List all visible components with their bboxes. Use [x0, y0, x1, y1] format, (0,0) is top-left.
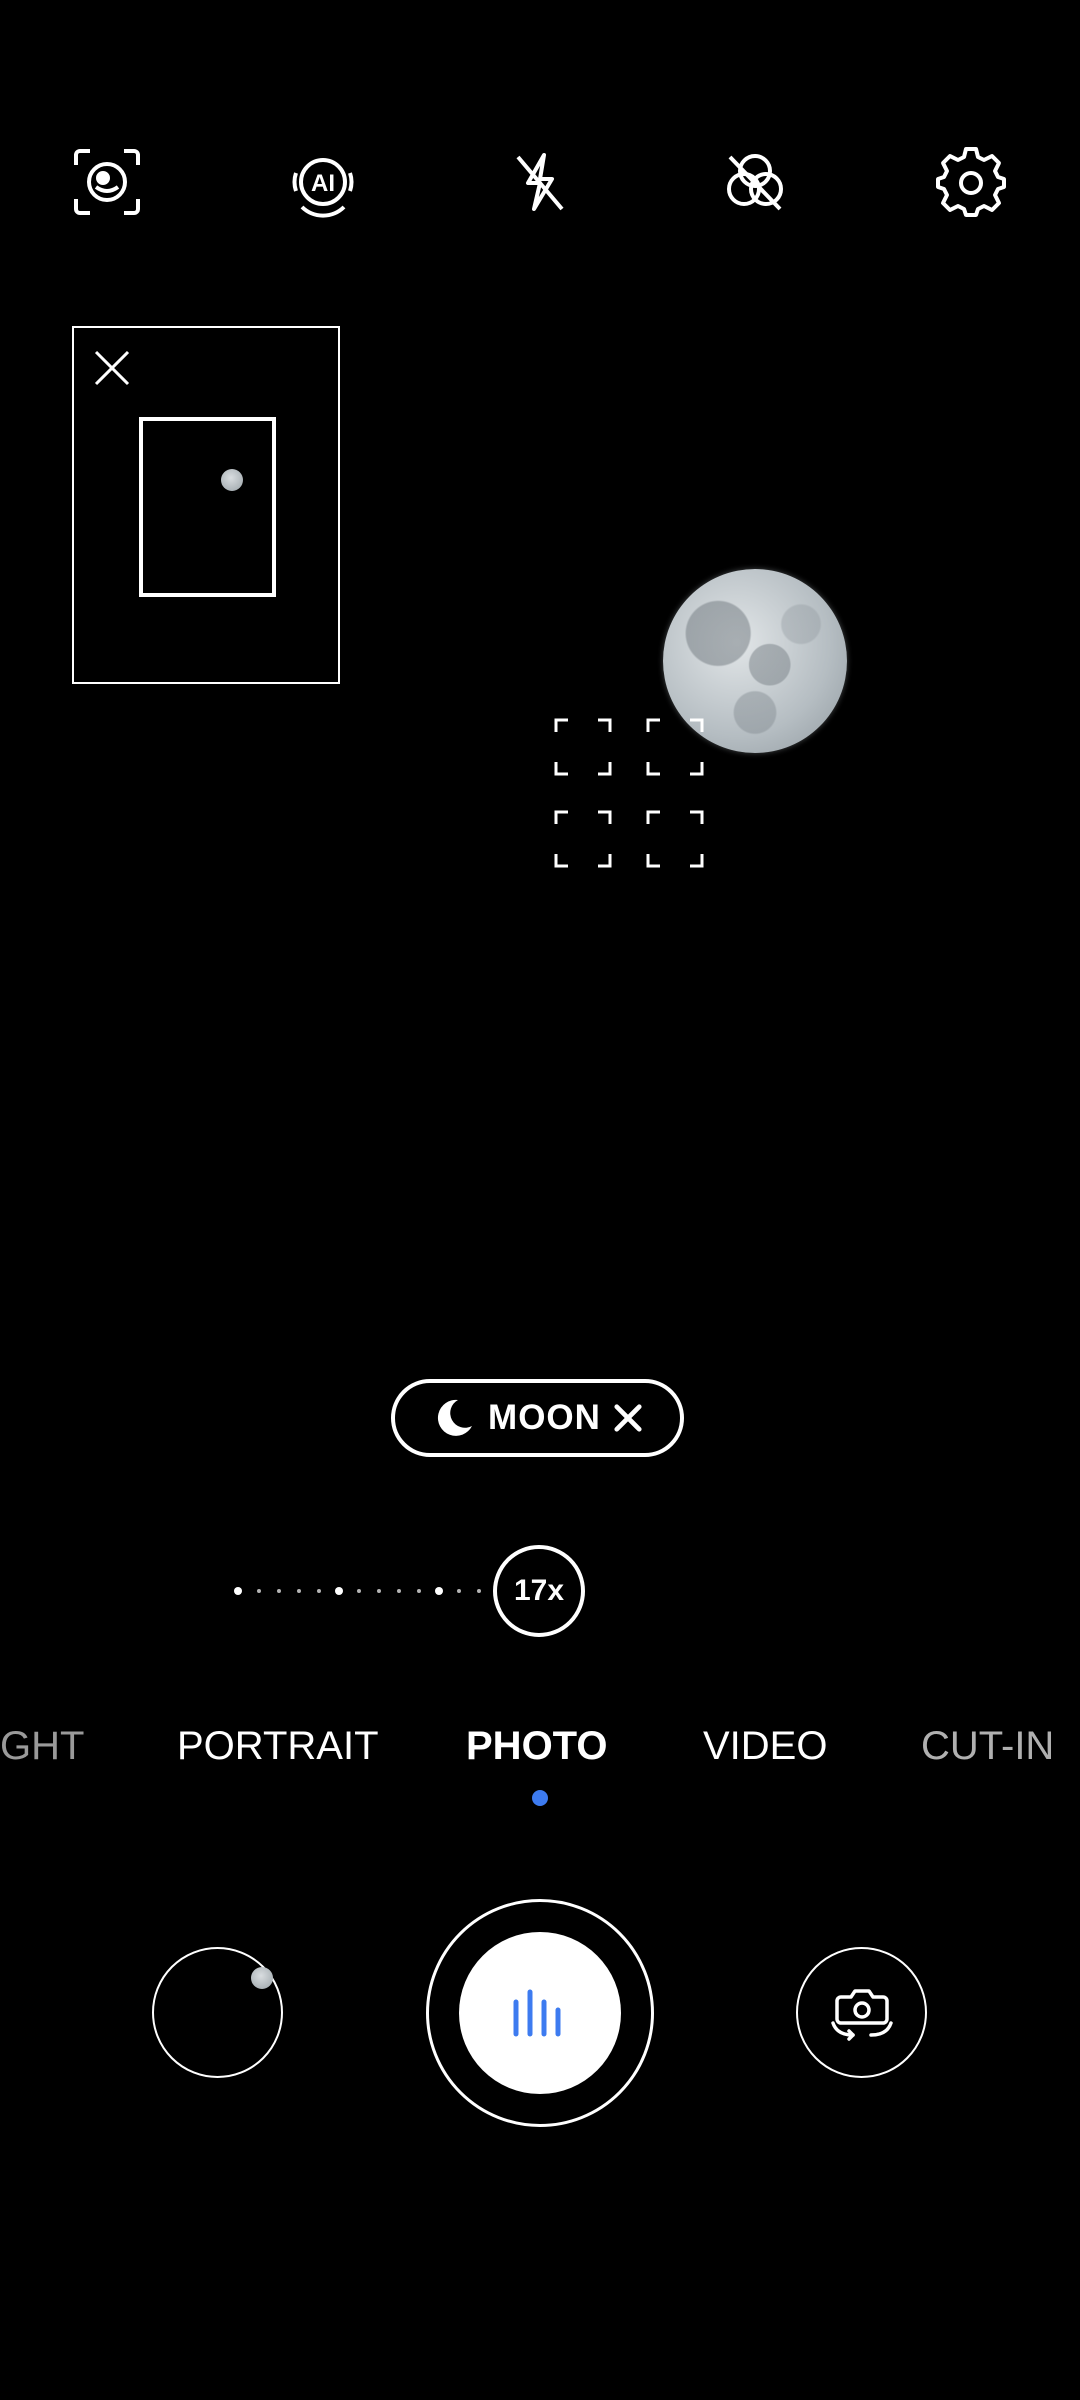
shutter-bars-icon — [513, 1989, 561, 2037]
crescent-moon-icon — [432, 1396, 476, 1440]
filter-off-icon[interactable] — [716, 143, 794, 221]
close-x-icon[interactable] — [613, 1403, 643, 1433]
zoom-minimap — [72, 326, 340, 684]
moon-mode-badge[interactable]: MOON — [391, 1379, 684, 1457]
zoom-tick — [297, 1589, 301, 1593]
focus-brackets-icon — [554, 718, 704, 868]
mode-cut-in[interactable]: CUT-IN — [921, 1722, 1054, 1770]
zoom-tick — [335, 1587, 343, 1595]
zoom-slider[interactable] — [230, 1585, 490, 1599]
zoom-tick — [435, 1587, 443, 1595]
svg-text:AI: AI — [311, 170, 335, 197]
zoom-tick — [357, 1589, 361, 1593]
moon-mode-label: MOON — [488, 1398, 601, 1437]
active-mode-indicator — [532, 1790, 548, 1806]
shutter-button[interactable] — [426, 1899, 654, 2127]
minimap-view-frame — [139, 417, 276, 597]
zoom-tick — [377, 1589, 381, 1593]
zoom-tick — [417, 1589, 421, 1593]
mode-photo[interactable]: PHOTO — [466, 1722, 608, 1770]
zoom-tick — [234, 1587, 242, 1595]
zoom-tick — [317, 1589, 321, 1593]
shutter-inner[interactable] — [459, 1932, 621, 2094]
switch-camera-button[interactable] — [796, 1947, 927, 2078]
zoom-tick — [477, 1589, 481, 1593]
gallery-moon-dot — [251, 1967, 273, 1989]
ai-icon[interactable]: AI — [284, 143, 362, 221]
gallery-thumbnail[interactable] — [152, 1947, 283, 2078]
flash-off-icon[interactable] — [500, 143, 578, 221]
close-icon[interactable] — [92, 348, 132, 388]
zoom-level-button[interactable]: 17x — [493, 1545, 585, 1637]
mode-night[interactable]: GHT — [0, 1722, 84, 1770]
zoom-tick — [257, 1589, 261, 1593]
settings-gear-icon[interactable] — [932, 143, 1010, 221]
mode-portrait[interactable]: PORTRAIT — [177, 1722, 379, 1770]
zoom-tick — [397, 1589, 401, 1593]
minimap-moon-dot — [221, 469, 243, 491]
mode-video[interactable]: VIDEO — [703, 1722, 827, 1770]
zoom-tick — [457, 1589, 461, 1593]
switch-camera-icon — [830, 1988, 893, 2041]
zoom-tick — [277, 1589, 281, 1593]
face-scan-icon[interactable] — [68, 143, 146, 221]
